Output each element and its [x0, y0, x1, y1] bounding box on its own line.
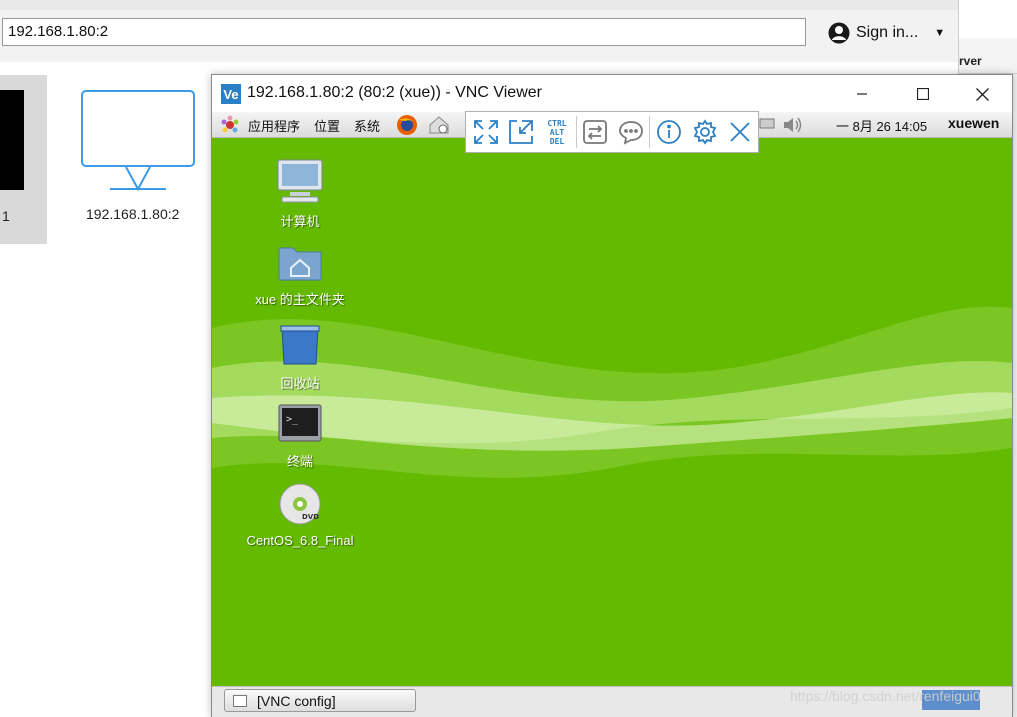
settings-icon — [693, 119, 717, 145]
svg-text:CTRL: CTRL — [547, 119, 566, 128]
desktop-icon-label: 回收站 — [280, 376, 320, 391]
taskbar-window-button[interactable]: [VNC config] — [224, 689, 416, 712]
panel-username[interactable]: xuewen — [948, 115, 999, 131]
menu-places[interactable]: 位置 — [314, 116, 340, 135]
minimize-icon — [857, 93, 867, 95]
minimize-button[interactable] — [840, 81, 884, 107]
window-title: 192.168.1.80:2 (80:2 (xue)) - VNC Viewer — [247, 84, 542, 101]
desktop-icon-home-folder[interactable]: xue 的主文件夹 — [245, 242, 355, 308]
desktop-icon-computer[interactable]: 计算机 — [245, 158, 355, 230]
vnc-viewer-window: Ve 192.168.1.80:2 (80:2 (xue)) - VNC Vie… — [211, 74, 1013, 717]
svg-text:DVD: DVD — [302, 513, 319, 521]
right-panel-top — [959, 0, 1017, 38]
transfer-files-button[interactable] — [577, 114, 613, 150]
svg-text:>_: >_ — [286, 414, 299, 425]
info-icon — [657, 120, 682, 144]
fullscreen-icon — [473, 120, 498, 144]
chat-button[interactable] — [613, 114, 649, 150]
scale-button[interactable] — [504, 114, 540, 150]
volume-icon[interactable] — [782, 115, 804, 135]
remote-desktop-view[interactable]: 应用程序 位置 系统 一 8月 26 14:05 xuewen 计算机 xue … — [212, 112, 1012, 686]
mail-clock-icon[interactable] — [428, 115, 450, 135]
fullscreen-button[interactable] — [468, 114, 504, 150]
monitor-icon — [81, 90, 195, 192]
connection-tile-192-168-1-80[interactable] — [80, 90, 196, 195]
desktop-icon-dvd[interactable]: DVD CentOS_6.8_Final — [245, 482, 355, 548]
close-toolbar-icon — [730, 122, 750, 142]
gnome-foot-icon — [221, 115, 239, 133]
vnc-app-icon: Ve — [221, 84, 241, 104]
scale-icon — [509, 120, 534, 144]
settings-button[interactable] — [687, 114, 723, 150]
right-panel-text: rver — [959, 54, 982, 68]
connection-label: 1 — [2, 208, 10, 224]
terminal-icon: >_ — [278, 404, 322, 442]
close-button[interactable] — [960, 81, 1004, 107]
desktop-icon-label: xue 的主文件夹 — [255, 292, 345, 307]
chat-icon — [618, 121, 643, 145]
desktop-icon-label: 计算机 — [280, 214, 320, 229]
window-icon — [233, 694, 247, 707]
gnome-desktop: 计算机 xue 的主文件夹 回收站 >_ 终端 DVD CentOS_6.8_F… — [212, 138, 1012, 686]
trash-icon — [280, 325, 320, 365]
connection-tile[interactable]: 1 — [0, 75, 47, 244]
desktop-icon-trash[interactable]: 回收站 — [245, 324, 355, 392]
close-toolbar-button[interactable] — [722, 114, 758, 150]
dvd-icon: DVD — [279, 483, 321, 525]
header-strip — [0, 0, 958, 10]
connection-label: 192.168.1.80:2 — [86, 206, 180, 222]
window-titlebar[interactable]: Ve 192.168.1.80:2 (80:2 (xue)) - VNC Vie… — [212, 75, 1012, 112]
chevron-down-icon: ▼ — [934, 27, 946, 39]
desktop-icon-label: 终端 — [286, 454, 313, 469]
ctrl-alt-del-button[interactable]: CTRL ALT DEL — [539, 114, 575, 150]
svg-text:DEL: DEL — [550, 137, 565, 146]
ctrl-alt-del-icon: CTRL ALT DEL — [547, 119, 566, 146]
menu-applications[interactable]: 应用程序 — [248, 116, 300, 135]
firefox-icon[interactable] — [396, 114, 418, 136]
vnc-floating-toolbar: CTRL ALT DEL — [465, 111, 759, 153]
watermark: https://blog.csdn.net/renfeigui0 — [790, 688, 981, 704]
toolbar-divider — [575, 116, 577, 148]
info-button[interactable] — [651, 114, 687, 150]
desktop-icon-terminal[interactable]: >_ 终端 — [245, 404, 355, 470]
desktop-icon-label: CentOS_6.8_Final — [246, 533, 354, 548]
computer-icon — [277, 159, 323, 203]
svg-text:ALT: ALT — [550, 128, 565, 137]
toolbar-divider — [649, 116, 651, 148]
connection-thumbnail — [0, 90, 24, 190]
close-icon — [975, 87, 989, 101]
network-icon[interactable] — [758, 115, 776, 133]
transfer-files-icon — [583, 120, 608, 144]
maximize-icon — [917, 88, 929, 100]
maximize-button[interactable] — [901, 81, 945, 107]
home-folder-icon — [278, 247, 322, 281]
panel-clock[interactable]: 一 8月 26 14:05 — [836, 116, 927, 135]
menu-system[interactable]: 系统 — [354, 116, 380, 135]
sign-in-label: Sign in... — [856, 24, 919, 41]
user-icon — [828, 22, 850, 44]
taskbar-window-label: [VNC config] — [257, 692, 336, 709]
sign-in-button[interactable]: Sign in... ▼ — [828, 21, 945, 45]
address-input[interactable]: 192.168.1.80:2 — [2, 18, 806, 46]
